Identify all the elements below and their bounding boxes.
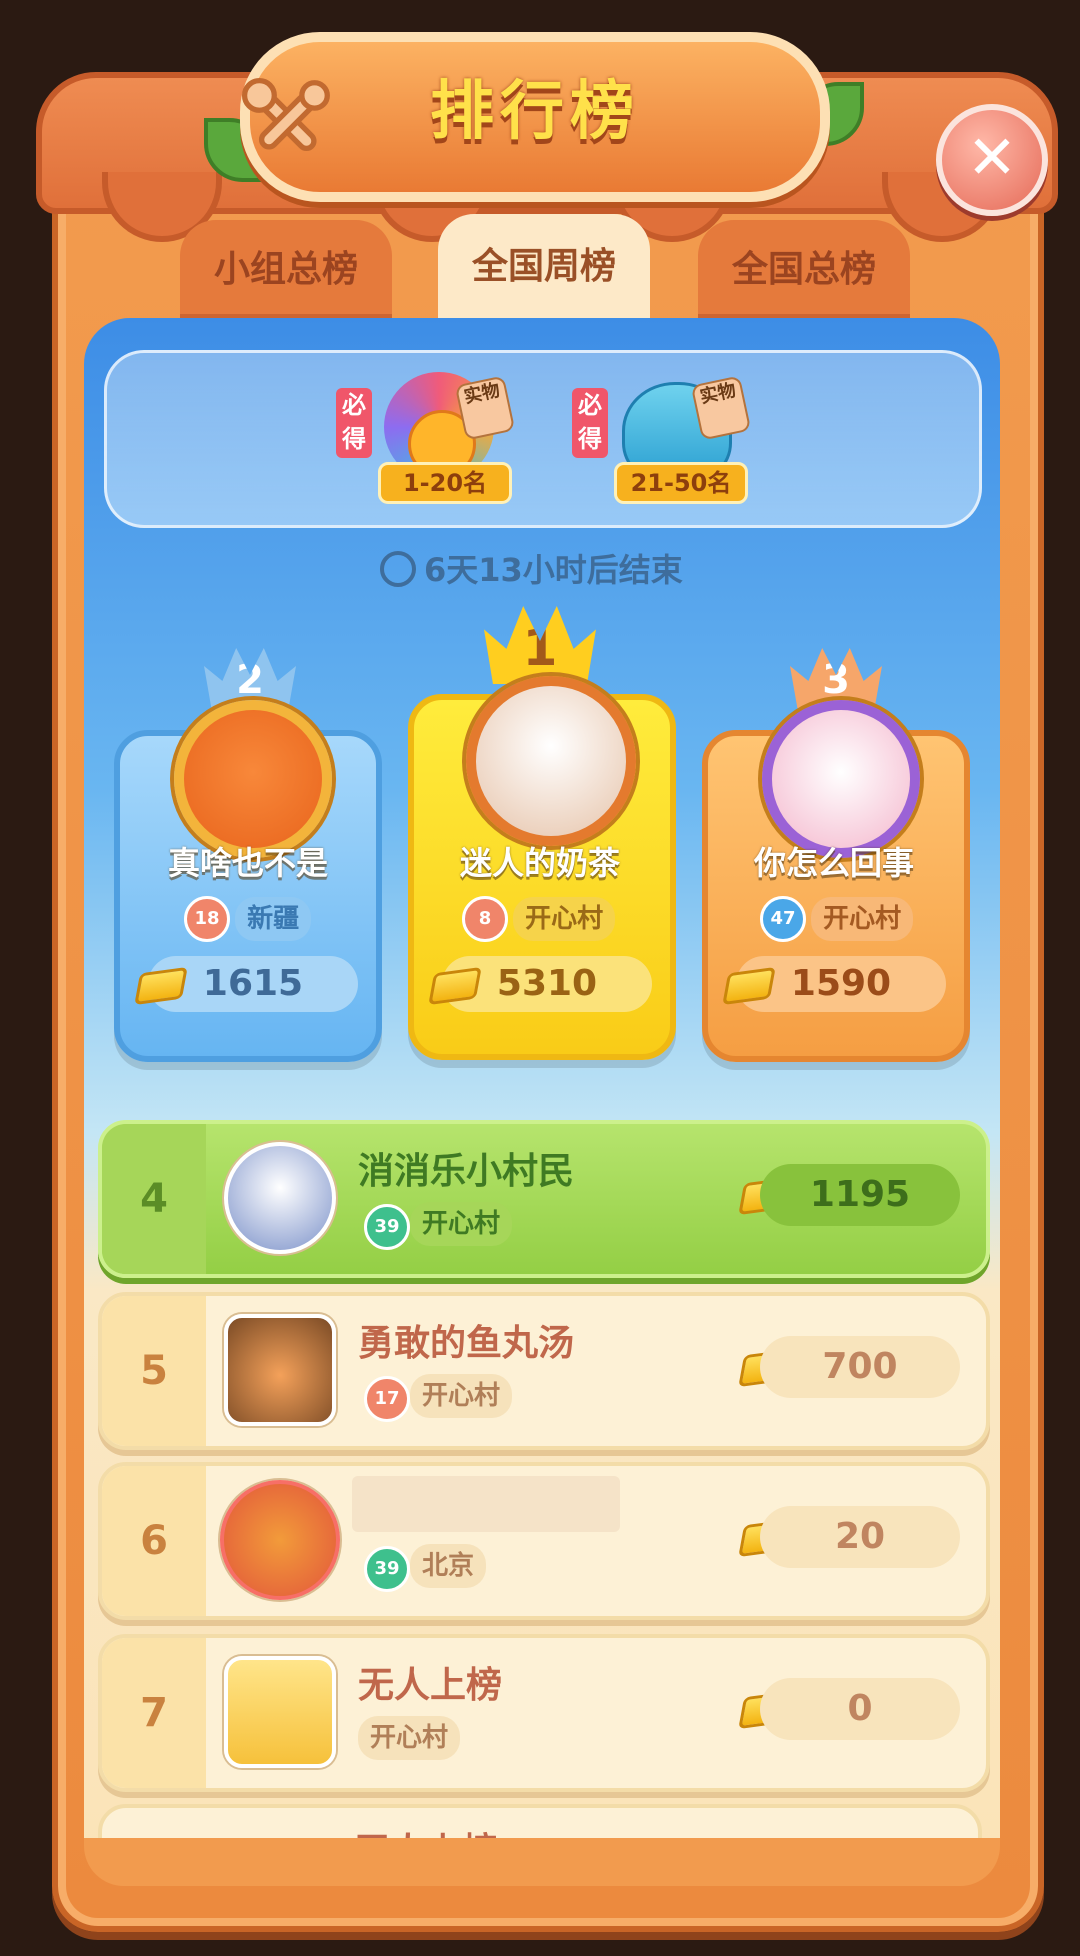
level-badge: 18: [184, 896, 230, 942]
countdown-text: 6天13小时后结束: [424, 551, 683, 589]
level-badge: 39: [364, 1204, 410, 1250]
score: 1195: [760, 1164, 960, 1226]
level-badge: 17: [364, 1376, 410, 1422]
region-chip: 北京: [410, 1544, 487, 1588]
page-title: 排行榜: [430, 75, 640, 149]
player-name: 勇敢的鱼丸汤: [358, 1323, 575, 1364]
podium-player-name: 你怎么回事: [753, 844, 914, 882]
podium-meta: 47 开心村: [760, 896, 914, 942]
empty-avatar-icon: [224, 1656, 336, 1768]
score: 20: [760, 1506, 960, 1568]
region-chip: 开心村: [410, 1202, 513, 1246]
clock-icon: [380, 551, 416, 587]
level-badge: 47: [760, 896, 806, 942]
avatar: [224, 1314, 336, 1426]
list-item[interactable]: 4 消消乐小村民 39 开心村 1195: [98, 1120, 990, 1278]
level-badge: 39: [364, 1546, 410, 1592]
avatar: [174, 700, 332, 858]
frame-bottom: [84, 1838, 1000, 1886]
rank-number: 4: [102, 1124, 206, 1274]
player-name: [352, 1476, 620, 1532]
list-item[interactable]: 7 无人上榜 开心村 0: [98, 1634, 990, 1792]
rank-number: 7: [102, 1638, 206, 1788]
countdown-timer: 6天13小时后结束: [380, 548, 720, 592]
region-chip: 新疆: [235, 897, 312, 941]
tab-group-total[interactable]: 小组总榜: [180, 220, 392, 320]
rank-number: 5: [102, 1296, 206, 1446]
avatar: [762, 700, 920, 858]
list-item-partial[interactable]: 无人上榜: [98, 1804, 982, 1838]
avatar: [466, 676, 636, 846]
avatar: [224, 1142, 336, 1254]
level-badge: 8: [462, 896, 508, 942]
reward-range-label: 1-20名: [378, 462, 512, 504]
region-chip: 开心村: [513, 897, 616, 941]
close-icon: ✕: [966, 123, 1018, 193]
podium-meta: 8 开心村: [462, 896, 616, 942]
region-chip: 开心村: [811, 897, 914, 941]
avatar: [220, 1480, 340, 1600]
podium-player-name: 真啥也不是: [167, 844, 328, 882]
score: 700: [760, 1336, 960, 1398]
reward-range-label: 21-50名: [614, 462, 748, 504]
podium-meta: 18 新疆: [184, 896, 312, 942]
player-name: 消消乐小村民: [358, 1151, 575, 1192]
player-name: 无人上榜: [358, 1665, 503, 1706]
tab-national-total[interactable]: 全国总榜: [698, 220, 910, 320]
must-get-tag: 必得: [336, 388, 372, 458]
region-chip: 开心村: [410, 1374, 513, 1418]
list-item[interactable]: 5 勇敢的鱼丸汤 17 开心村 700: [98, 1292, 990, 1450]
must-get-tag: 必得: [572, 388, 608, 458]
list-item[interactable]: 6 39 北京 20: [98, 1462, 990, 1620]
score: 0: [760, 1678, 960, 1740]
podium-player-name: 迷人的奶茶: [459, 844, 620, 882]
player-name: 无人上榜: [354, 1822, 498, 1838]
reward-banner[interactable]: [104, 350, 982, 528]
close-button[interactable]: ✕: [936, 104, 1048, 216]
rank-number: 6: [102, 1466, 206, 1616]
tab-national-weekly[interactable]: 全国周榜: [438, 214, 650, 320]
region-chip: 开心村: [358, 1716, 461, 1760]
